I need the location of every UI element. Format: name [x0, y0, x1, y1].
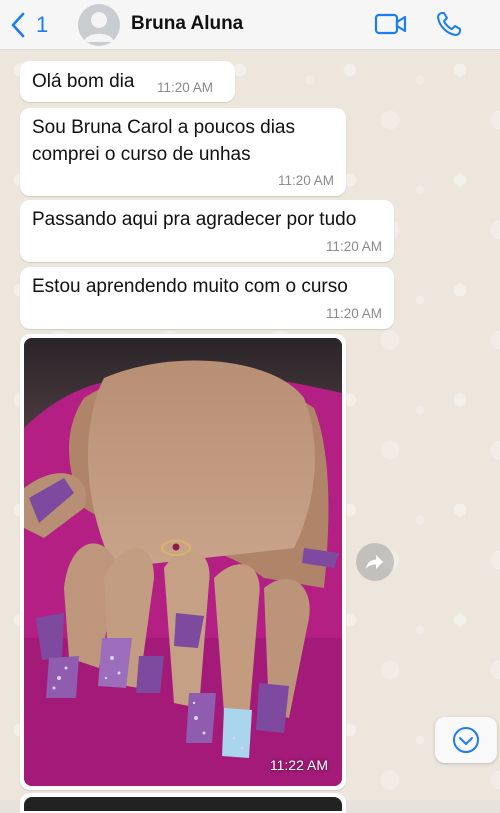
photo-of-hands-with-purple-nails[interactable]: 11:22 AM	[24, 338, 342, 786]
next-message-bubble[interactable]	[20, 793, 346, 813]
chevron-down-circle-icon	[453, 727, 479, 753]
phone-icon	[437, 12, 461, 36]
forward-button[interactable]	[356, 543, 394, 581]
message-time: 11:20 AM	[325, 306, 382, 321]
forward-arrow-icon	[366, 555, 383, 569]
message-time: 11:20 AM	[157, 80, 214, 95]
unread-count: 1	[36, 12, 49, 37]
avatar[interactable]	[78, 4, 120, 46]
message-time: 11:20 AM	[277, 173, 334, 188]
scroll-to-bottom-button[interactable]	[435, 717, 497, 763]
message-text: Estou aprendendo muito com o curso	[32, 276, 348, 297]
video-camera-icon	[374, 13, 407, 35]
nail-photo-illustration	[24, 338, 342, 786]
message-bubble[interactable]: Olá bom dia 11:20 AM	[20, 61, 235, 102]
message-text: Sou Bruna Carol a poucos dias comprei o …	[32, 117, 295, 165]
message-bubble[interactable]: Passando aqui pra agradecer por tudo 11:…	[20, 200, 394, 262]
message-time: 11:20 AM	[325, 239, 382, 254]
chat-header: 1 Bruna Aluna	[0, 0, 500, 50]
message-text: Olá bom dia	[32, 71, 135, 92]
default-avatar-icon	[84, 12, 114, 42]
message-text: Passando aqui pra agradecer por tudo	[32, 209, 357, 230]
message-bubble[interactable]: Estou aprendendo muito com o curso 11:20…	[20, 267, 394, 329]
image-time: 11:22 AM	[269, 757, 328, 773]
chevron-left-icon	[11, 12, 25, 38]
contact-name[interactable]: Bruna Aluna	[131, 13, 243, 35]
video-call-button[interactable]	[374, 12, 408, 41]
image-message-bubble[interactable]: 11:22 AM	[20, 334, 346, 790]
voice-call-button[interactable]	[436, 11, 462, 42]
back-button[interactable]: 1	[10, 9, 48, 41]
next-image-preview	[24, 797, 342, 811]
message-bubble[interactable]: Sou Bruna Carol a poucos dias comprei o …	[20, 108, 346, 196]
